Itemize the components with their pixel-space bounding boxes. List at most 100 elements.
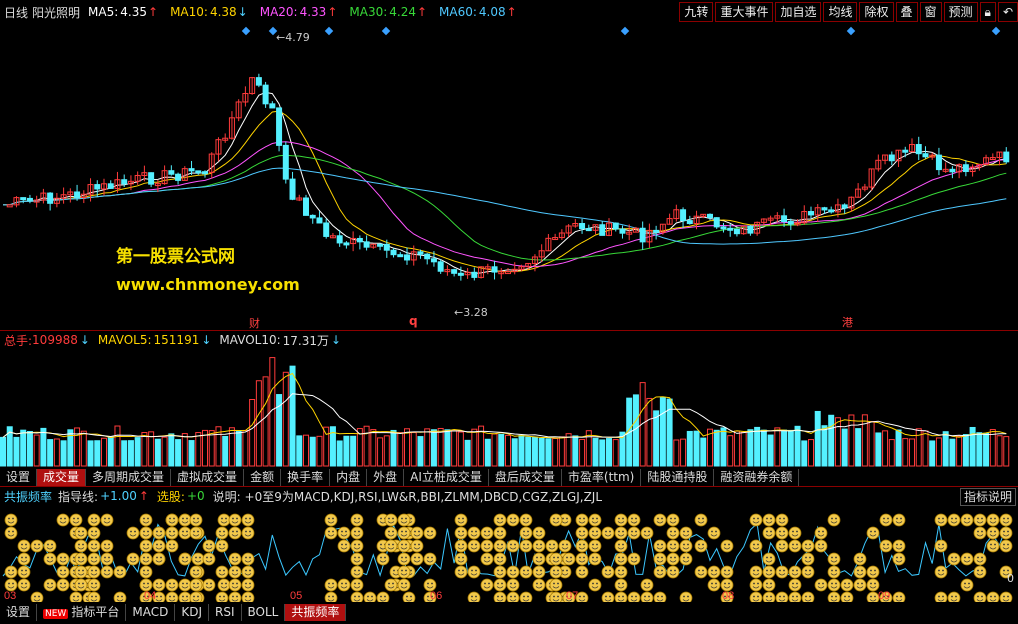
tab-inner[interactable]: 内盘 — [330, 468, 368, 486]
tab-pe-ttm[interactable]: 市盈率(ttm) — [562, 468, 642, 486]
smiley-eye — [232, 569, 234, 572]
smiley-face — [139, 565, 153, 579]
smiley-face — [762, 578, 776, 592]
smiley-eye — [753, 517, 755, 520]
tab-vol-settings[interactable]: 设置 — [0, 468, 38, 486]
smiley-eye — [73, 556, 75, 559]
smiley-face — [493, 513, 507, 527]
window-button[interactable]: 窗 — [919, 2, 942, 22]
tab-multi-period-volume[interactable]: 多周期成交量 — [86, 468, 172, 486]
tab-turnover[interactable]: 换手率 — [281, 468, 331, 486]
smiley-eye — [861, 582, 863, 585]
smiley-eye — [232, 530, 234, 533]
smiley-icon — [87, 565, 101, 579]
smiley-eye — [964, 517, 966, 520]
candle-body — [727, 227, 734, 231]
volume-bar — [498, 433, 505, 467]
ex-rights-button[interactable]: 除权 — [859, 2, 894, 22]
jiuzhuan-button[interactable]: 九转 — [679, 2, 714, 22]
volume-chart[interactable] — [0, 350, 1018, 467]
tab-ai-volume[interactable]: AI立桩成交量 — [404, 468, 489, 486]
smiley-icon — [973, 591, 987, 602]
smiley-eye — [770, 530, 772, 533]
major-events-button[interactable]: 重大事件 — [715, 2, 774, 22]
indicator-help-button[interactable]: 指标说明 — [959, 488, 1016, 506]
volume-bar — [969, 426, 976, 467]
smiley-icon — [217, 513, 231, 527]
smiley-eye — [471, 595, 473, 598]
smiley-eye — [147, 582, 149, 585]
smiley-eye — [938, 517, 940, 520]
smiley-eye — [728, 543, 730, 546]
smiley-eye — [757, 517, 759, 520]
candle-body — [841, 204, 848, 209]
smiley-face — [87, 526, 101, 540]
smiley-icon — [467, 539, 481, 553]
smiley-icon — [139, 526, 153, 540]
smiley-eye — [236, 530, 238, 533]
tab-virtual-volume[interactable]: 虚拟成交量 — [171, 468, 245, 486]
smiley-icon — [87, 552, 101, 566]
tab-macd[interactable]: MACD — [126, 603, 176, 621]
smiley-eye — [657, 517, 659, 520]
candle-body — [935, 154, 942, 171]
volume-bar — [60, 440, 67, 467]
smiley-face — [178, 578, 192, 592]
smiley-icon — [56, 578, 70, 592]
smiley-icon — [934, 513, 948, 527]
smiley-eye — [488, 530, 490, 533]
period-label[interactable]: 日线 — [4, 4, 28, 21]
tab-volume[interactable]: 成交量 — [37, 468, 87, 486]
smiley-face — [69, 513, 83, 527]
smiley-eye — [822, 582, 824, 585]
event-label-gang[interactable]: 港 — [842, 314, 853, 330]
event-label-cai[interactable]: 财 — [249, 315, 260, 331]
back-icon[interactable]: ↶ — [997, 2, 1018, 22]
smiley-eye — [622, 582, 624, 585]
smiley-eye — [475, 569, 477, 572]
smiley-eye — [462, 569, 464, 572]
smiley-eye — [687, 595, 689, 598]
smiley-icon — [549, 578, 563, 592]
tab-amount[interactable]: 金额 — [244, 468, 282, 486]
event-marker-icon — [620, 26, 630, 36]
indicator-chart[interactable]: 03 04 05 06 07 08 09 — [0, 506, 1018, 602]
tab-resonance[interactable]: 共振频率 — [285, 603, 347, 621]
smiley-face — [480, 578, 494, 592]
smiley-icon — [627, 526, 641, 540]
tab-after-hours-volume[interactable]: 盘后成交量 — [489, 468, 562, 486]
smiley-face — [467, 565, 481, 579]
smiley-icon — [707, 578, 721, 592]
smiley-eye — [380, 556, 382, 559]
tab-kdj[interactable]: KDJ — [175, 603, 209, 621]
smiley-eye — [592, 582, 594, 585]
tab-ind-settings[interactable]: 设置 — [0, 603, 38, 621]
smiley-eye — [405, 530, 407, 533]
tab-indicator-platform[interactable]: NEW 指标平台 — [37, 603, 127, 621]
smiley-eye — [766, 582, 768, 585]
event-label-q[interactable]: q — [409, 314, 418, 328]
smiley-icon — [241, 552, 255, 566]
tab-rsi[interactable]: RSI — [209, 603, 242, 621]
lock-icon[interactable]: 🔒︎ — [979, 2, 996, 22]
volume-bar — [700, 437, 707, 467]
volume-bar — [538, 438, 545, 467]
smiley-eye — [245, 530, 247, 533]
ma-button[interactable]: 均线 — [823, 2, 858, 22]
volume-bar — [996, 435, 1003, 467]
add-watchlist-button[interactable]: 加自选 — [775, 2, 822, 22]
smiley-eye — [104, 569, 106, 572]
overlay-button[interactable]: 叠 — [895, 2, 918, 22]
tab-margin[interactable]: 融资融券余额 — [714, 468, 800, 486]
tab-outer[interactable]: 外盘 — [367, 468, 405, 486]
smiley-eye — [210, 582, 212, 585]
forecast-button[interactable]: 预测 — [943, 2, 978, 22]
volume-bar — [47, 439, 54, 467]
smiley-icon — [506, 513, 520, 527]
tab-northbound[interactable]: 陆股通持股 — [641, 468, 715, 486]
smiley-eye — [95, 595, 97, 598]
tab-boll[interactable]: BOLL — [242, 603, 286, 621]
candle-body — [680, 209, 687, 222]
smiley-eye — [245, 582, 247, 585]
smiley-eye — [670, 556, 672, 559]
